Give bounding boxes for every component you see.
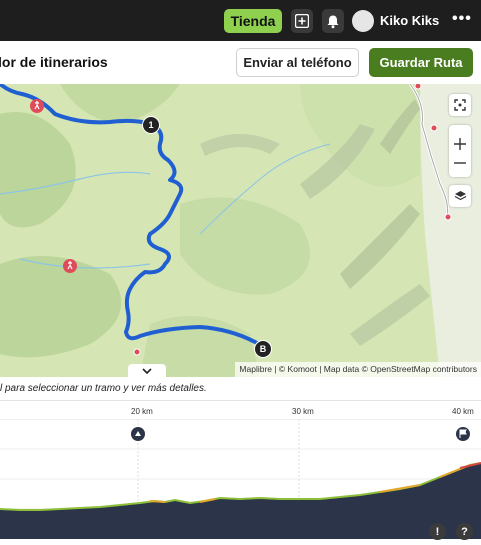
map-canvas[interactable] — [0, 84, 481, 377]
km-label: 30 km — [292, 407, 314, 416]
add-button[interactable] — [291, 9, 313, 33]
notifications-button[interactable] — [322, 9, 344, 33]
end-marker[interactable]: B — [254, 340, 272, 358]
map-attribution: Maplibre | © Komoot | Map data © OpenStr… — [235, 362, 481, 377]
elevation-chart[interactable] — [0, 419, 481, 539]
top-bar: Tienda Kiko Kiks ••• — [0, 0, 481, 41]
km-label: 20 km — [131, 407, 153, 416]
waypoint-1-icon[interactable] — [131, 427, 145, 441]
chevron-down-icon — [142, 368, 152, 374]
page-title: lor de itinerarios — [0, 54, 108, 70]
more-icon[interactable]: ••• — [452, 10, 472, 28]
zoom-out-icon[interactable] — [454, 162, 466, 164]
send-to-phone-button[interactable]: Enviar al teléfono — [236, 48, 359, 77]
waypoint-marker[interactable]: 1 — [142, 116, 160, 134]
zoom-in-icon[interactable] — [454, 138, 466, 150]
layers-button[interactable] — [449, 185, 471, 207]
store-button[interactable]: Tienda — [224, 9, 282, 33]
layers-icon — [454, 191, 466, 201]
fullscreen-button[interactable] — [449, 94, 471, 116]
profile-hint: l para seleccionar un tramo y ver más de… — [0, 383, 207, 394]
help-icon[interactable]: ? — [456, 523, 473, 540]
finish-flag-icon[interactable] — [456, 427, 470, 441]
fullscreen-icon — [454, 99, 466, 111]
route-header: lor de itinerarios Enviar al teléfono Gu… — [0, 41, 481, 84]
route-map[interactable]: 1 B Maplibre | © Komoot | Map data © Ope… — [0, 84, 481, 377]
add-icon — [295, 14, 309, 28]
collapse-map-button[interactable] — [128, 364, 166, 378]
bell-icon — [327, 15, 339, 28]
alert-icon[interactable]: ! — [429, 523, 446, 540]
username[interactable]: Kiko Kiks — [380, 13, 439, 28]
avatar[interactable] — [352, 10, 374, 32]
km-label: 40 km — [452, 407, 474, 416]
elevation-profile[interactable]: 20 km 30 km 40 km ! ? — [0, 400, 481, 545]
zoom-controls — [449, 125, 471, 177]
save-route-button[interactable]: Guardar Ruta — [369, 48, 473, 77]
